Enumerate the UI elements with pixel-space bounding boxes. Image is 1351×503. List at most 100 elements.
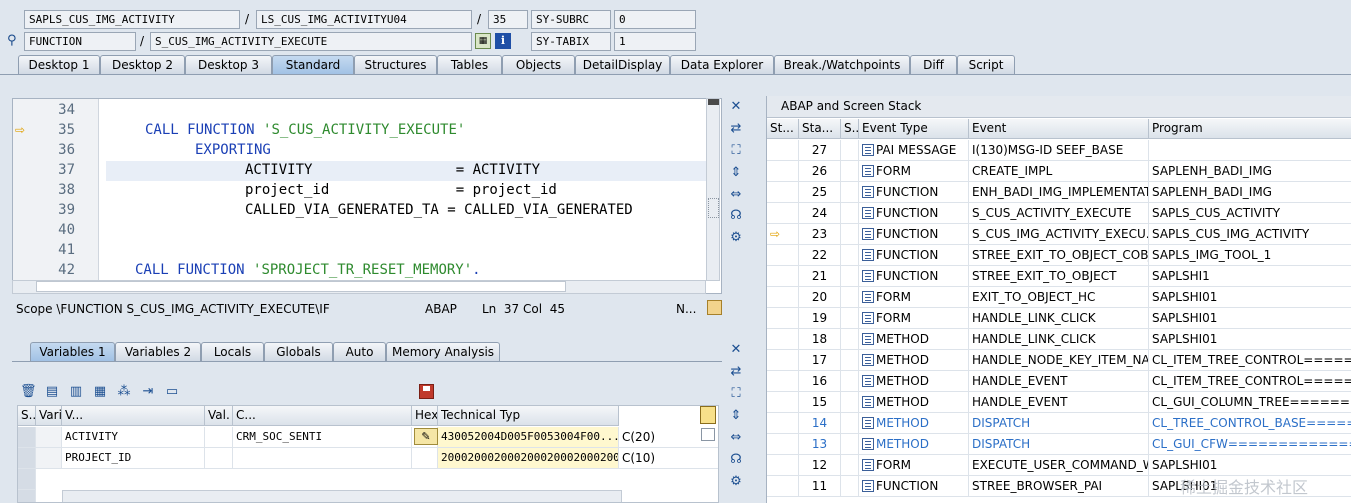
- st-cell[interactable]: [767, 161, 799, 182]
- tab-auto[interactable]: Auto: [333, 342, 386, 362]
- c-col-header[interactable]: C...: [233, 406, 412, 426]
- structure-icon[interactable]: ⁂: [116, 384, 132, 400]
- st-cell[interactable]: [767, 245, 799, 266]
- st-col-header[interactable]: St...: [767, 119, 799, 139]
- notes-icon[interactable]: [707, 300, 722, 315]
- table-icon[interactable]: ▦: [475, 33, 491, 49]
- save-icon[interactable]: [419, 384, 434, 399]
- status-cell[interactable]: [36, 448, 62, 469]
- tab-structures[interactable]: Structures: [354, 55, 437, 75]
- st-cell[interactable]: [767, 287, 799, 308]
- stack-row[interactable]: 17 METHOD HANDLE_NODE_KEY_ITEM_NA... CL_ITE…: [767, 350, 1351, 371]
- stack-row[interactable]: 21 FUNCTION STREE_EXIT_TO_OBJECT SAPLSHI1: [767, 266, 1351, 287]
- row-selector[interactable]: [18, 448, 36, 469]
- st-cell[interactable]: [767, 455, 799, 476]
- tab-standard[interactable]: Standard: [272, 55, 354, 75]
- st-cell[interactable]: [767, 182, 799, 203]
- event-type-col-header[interactable]: Event Type: [859, 119, 969, 139]
- stack-row[interactable]: 12 FORM EXECUTE_USER_COMMAND_W... SAPLSHI01: [767, 455, 1351, 476]
- row-selector[interactable]: [18, 469, 36, 490]
- type-cell[interactable]: C(10): [619, 448, 718, 469]
- hex-cell[interactable]: 2000200020002000200020002000...: [438, 448, 619, 469]
- close-icon[interactable]: ✕: [728, 342, 744, 358]
- tab-globals[interactable]: Globals: [264, 342, 333, 362]
- event-col-header[interactable]: Event: [969, 119, 1149, 139]
- maximize-icon[interactable]: ⛶: [728, 386, 744, 402]
- code-line[interactable]: CALL FUNCTION 'S_CUS_ACTIVITY_EXECUTE': [145, 120, 465, 140]
- tab-desktop-2[interactable]: Desktop 2: [100, 55, 185, 75]
- st-cell[interactable]: [767, 329, 799, 350]
- column-layout-icon[interactable]: [700, 406, 716, 424]
- status-col-header[interactable]: S...: [18, 406, 36, 426]
- info-icon[interactable]: i: [495, 33, 511, 49]
- variable-cell[interactable]: ACTIVITY: [62, 427, 205, 448]
- st-cell[interactable]: ⇨: [767, 224, 799, 245]
- hex-cell[interactable]: 430052004D005F0053004F00...: [438, 427, 619, 448]
- stack-row[interactable]: 16 METHOD HANDLE_EVENT CL_ITEM_TREE_CONTROL…: [767, 371, 1351, 392]
- value-cell[interactable]: [233, 448, 412, 469]
- stack-row[interactable]: 25 FUNCTION ENH_BADI_IMG_IMPLEMENTAT... SAP…: [767, 182, 1351, 203]
- source-vscroll[interactable]: [706, 98, 720, 281]
- tab-variables-2[interactable]: Variables 2: [115, 342, 201, 362]
- maximize-icon[interactable]: ⛶: [728, 143, 744, 159]
- stack-row[interactable]: 26 FORM CREATE_IMPL SAPLENH_BADI_IMG: [767, 161, 1351, 182]
- s-col-header[interactable]: S...: [841, 119, 859, 139]
- row-selector[interactable]: [18, 427, 36, 448]
- stack-row[interactable]: 27 PAI MESSAGE I(130)MSG-ID SEEF_BASE: [767, 140, 1351, 161]
- row-selector[interactable]: [18, 490, 36, 502]
- swap-tool-icon[interactable]: ⇄: [728, 364, 744, 380]
- variables-hscroll[interactable]: [62, 490, 622, 502]
- st-cell[interactable]: [767, 371, 799, 392]
- headset-icon[interactable]: ☊: [728, 208, 744, 224]
- variable-cell[interactable]: PROJECT_ID: [62, 448, 205, 469]
- split-horizontal-icon[interactable]: ⇔: [728, 430, 744, 446]
- split-vertical-icon[interactable]: ⇕: [728, 165, 744, 181]
- tab-locals[interactable]: Locals: [201, 342, 264, 362]
- hex-col-header[interactable]: Hexadecimal Value: [412, 406, 438, 426]
- stack-row[interactable]: 22 FUNCTION STREE_EXIT_TO_OBJECT_COBJ SAPLS…: [767, 245, 1351, 266]
- st-cell[interactable]: [767, 203, 799, 224]
- tool-services-icon[interactable]: ⚙: [728, 474, 744, 490]
- tab-data-explorer[interactable]: Data Explorer: [670, 55, 774, 75]
- tab-variables-1[interactable]: Variables 1: [30, 342, 115, 362]
- insert-icon[interactable]: ▤: [44, 384, 60, 400]
- st-cell[interactable]: [767, 350, 799, 371]
- tab-diff[interactable]: Diff: [910, 55, 957, 75]
- program-col-header[interactable]: Program: [1149, 119, 1351, 139]
- c-cell[interactable]: [412, 448, 438, 469]
- navigate-icon[interactable]: ⇥: [140, 384, 156, 400]
- code-line[interactable]: project_id = project_id: [245, 180, 557, 200]
- stack-row[interactable]: 19 FORM HANDLE_LINK_CLICK SAPLSHI01: [767, 308, 1351, 329]
- v-cell[interactable]: [205, 448, 233, 469]
- tab-script[interactable]: Script: [957, 55, 1015, 75]
- tab-memory-analysis[interactable]: Memory Analysis: [386, 342, 500, 362]
- st-cell[interactable]: [767, 266, 799, 287]
- tab-break-watchpoints[interactable]: Break./Watchpoints: [774, 55, 910, 75]
- delete-icon[interactable]: 🗑: [20, 384, 37, 400]
- split-horizontal-icon[interactable]: ⇔: [728, 187, 744, 203]
- st-cell[interactable]: [767, 392, 799, 413]
- close-icon[interactable]: ✕: [728, 99, 744, 115]
- v-col-header[interactable]: V...: [62, 406, 205, 426]
- tab-objects[interactable]: Objects: [502, 55, 575, 75]
- stack-row[interactable]: 24 FUNCTION S_CUS_ACTIVITY_EXECUTE SAPLS_CU…: [767, 203, 1351, 224]
- swap-tool-icon[interactable]: ⇄: [728, 121, 744, 137]
- tab-tables[interactable]: Tables: [437, 55, 502, 75]
- tab-detaildisplay[interactable]: DetailDisplay: [575, 55, 670, 75]
- st-cell[interactable]: [767, 434, 799, 455]
- detail-checkbox[interactable]: [701, 428, 715, 441]
- source-editor[interactable]: 34 35 CALL FUNCTION 'S_CUS_ACTIVITY_EXECUT…: [12, 98, 722, 294]
- headset-icon[interactable]: ☊: [728, 452, 744, 468]
- value-cell[interactable]: CRM_SOC_SENTI: [233, 427, 412, 448]
- code-line[interactable]: CALLED_VIA_GENERATED_TA = CALLED_VIA_GEN…: [245, 200, 633, 220]
- variable-col-header[interactable]: Variable: [36, 406, 62, 426]
- split-vertical-icon[interactable]: ⇕: [728, 408, 744, 424]
- change-value-icon[interactable]: ✎: [414, 428, 438, 445]
- tool-services-icon[interactable]: ⚙: [728, 230, 744, 246]
- tab-desktop-1[interactable]: Desktop 1: [18, 55, 100, 75]
- stack-row[interactable]: ⇨ 23 FUNCTION S_CUS_IMG_ACTIVITY_EXECU... SA…: [767, 224, 1351, 245]
- status-cell[interactable]: [36, 427, 62, 448]
- st-cell[interactable]: [767, 140, 799, 161]
- st-cell[interactable]: [767, 308, 799, 329]
- stack-row[interactable]: 18 METHOD HANDLE_LINK_CLICK SAPLSHI01: [767, 329, 1351, 350]
